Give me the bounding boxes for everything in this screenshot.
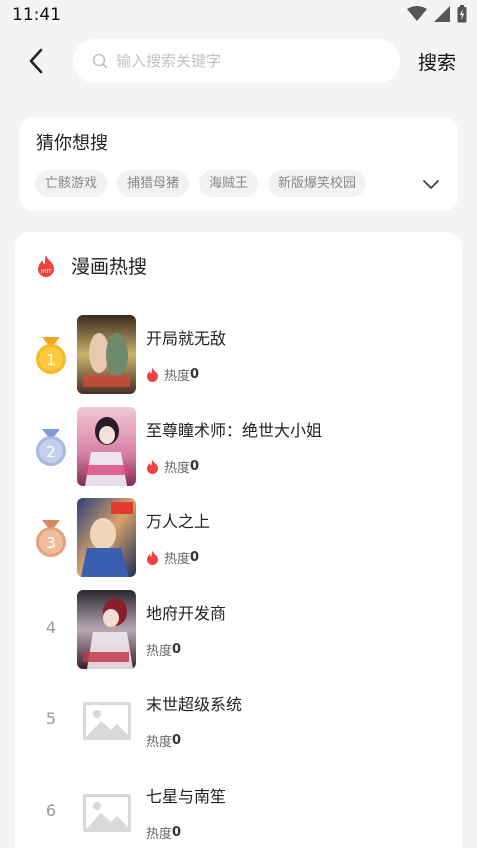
status-time: 11:41 <box>12 5 61 25</box>
hot-search-header: HOT 漫画热搜 <box>35 252 147 279</box>
comic-title: 末世超级系统 <box>146 695 243 714</box>
comic-title: 地府开发商 <box>146 604 227 623</box>
heat-label: 热度 <box>164 461 191 476</box>
rank-number: 3 <box>46 534 56 552</box>
heat-value: 0 <box>172 642 182 657</box>
heat-label: 热度 <box>146 644 173 659</box>
hot-list-item[interactable]: 1 开局就无敌 热度 0 <box>15 315 462 395</box>
heat-label: 热度 <box>164 369 191 384</box>
search-submit-button[interactable]: 搜索 <box>418 48 456 75</box>
heat-value: 0 <box>172 733 182 748</box>
wifi-icon <box>407 6 427 21</box>
suggestions-title: 猜你想搜 <box>36 133 108 154</box>
cover-image <box>77 498 136 577</box>
cover-image <box>77 315 136 394</box>
hot-list-item[interactable]: 5 末世超级系统 热度 0 <box>15 681 462 761</box>
bronze-medal-icon: 3 <box>36 520 66 557</box>
search-bar-row: 搜索 <box>0 38 477 84</box>
status-icons <box>407 5 467 23</box>
back-button[interactable] <box>22 44 50 78</box>
search-box[interactable] <box>73 39 400 83</box>
cover-placeholder <box>77 773 136 848</box>
hot-list-item[interactable]: 3 万人之上 热度 0 <box>15 498 462 578</box>
heat-indicator: 热度 0 <box>146 457 199 476</box>
heat-label: 热度 <box>146 827 173 842</box>
heat-indicator: 热度 0 <box>146 365 199 384</box>
hot-list-item[interactable]: 2 至尊瞳术师：绝世大小姐 热度 0 <box>15 407 462 487</box>
cover-placeholder <box>77 681 136 760</box>
comic-title: 万人之上 <box>146 512 211 531</box>
comic-title: 至尊瞳术师：绝世大小姐 <box>146 421 323 440</box>
search-input[interactable] <box>116 52 376 70</box>
suggestion-tag[interactable]: 海贼王 <box>199 170 259 197</box>
signal-icon <box>434 6 450 22</box>
image-placeholder-icon <box>82 793 131 832</box>
svg-text:HOT: HOT <box>41 269 53 275</box>
heat-indicator: 热度 0 <box>146 640 181 659</box>
flame-icon <box>147 367 158 382</box>
rank-number: 2 <box>46 443 56 461</box>
chevron-left-icon <box>29 48 43 74</box>
battery-icon <box>457 5 467 23</box>
heat-indicator: 热度 0 <box>146 823 181 842</box>
heat-indicator: 热度 0 <box>146 548 199 567</box>
rank-number: 4 <box>45 618 57 637</box>
search-icon <box>92 53 108 69</box>
heat-value: 0 <box>190 550 200 565</box>
rank-number: 6 <box>45 801 57 820</box>
heat-value: 0 <box>190 367 200 382</box>
chevron-down-icon <box>423 179 439 189</box>
hot-search-card: HOT 漫画热搜 1 开局就无敌 热度 0 2 至尊瞳术师：绝世大小姐 热度 0… <box>15 232 462 848</box>
gold-medal-icon: 1 <box>36 337 66 374</box>
cover-image <box>77 590 136 669</box>
expand-suggestions-button[interactable] <box>420 173 442 195</box>
heat-indicator: 热度 0 <box>146 731 181 750</box>
comic-title: 七星与南笙 <box>146 787 227 806</box>
flame-icon <box>147 459 158 474</box>
suggestion-tag[interactable]: 新版爆笑校园 <box>268 170 367 197</box>
cover-image <box>77 407 136 486</box>
hot-list-item[interactable]: 6 七星与南笙 热度 0 <box>15 773 462 848</box>
hot-flame-icon: HOT <box>38 254 54 277</box>
status-bar: 11:41 <box>0 0 477 32</box>
rank-number: 5 <box>45 709 57 728</box>
suggestions-card: 猜你想搜 亡骸游戏 捕猎母猪 海贼王 新版爆笑校园 <box>19 117 458 211</box>
hot-list-item[interactable]: 4 地府开发商 热度 0 <box>15 590 462 670</box>
heat-label: 热度 <box>146 735 173 750</box>
suggestion-tags: 亡骸游戏 捕猎母猪 海贼王 新版爆笑校园 <box>35 170 367 197</box>
rank-number: 1 <box>46 351 56 369</box>
heat-value: 0 <box>172 825 182 840</box>
heat-value: 0 <box>190 459 200 474</box>
hot-search-title: 漫画热搜 <box>71 256 148 278</box>
suggestion-tag[interactable]: 亡骸游戏 <box>35 170 108 197</box>
silver-medal-icon: 2 <box>36 429 66 466</box>
flame-icon <box>147 550 158 565</box>
heat-label: 热度 <box>164 552 191 567</box>
comic-title: 开局就无敌 <box>146 329 227 348</box>
suggestion-tag[interactable]: 捕猎母猪 <box>117 170 190 197</box>
image-placeholder-icon <box>82 701 131 740</box>
